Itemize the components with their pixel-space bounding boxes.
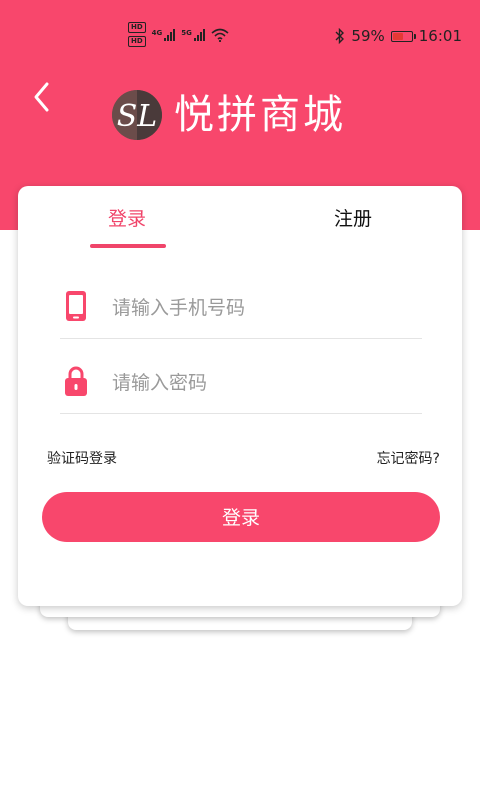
battery-fill bbox=[392, 32, 403, 40]
logo-mark: SL bbox=[112, 90, 162, 140]
app-title: 悦拼商城 bbox=[174, 92, 346, 138]
status-right: 59% 16:01 bbox=[335, 27, 462, 45]
tab-register[interactable]: 注册 bbox=[334, 204, 372, 231]
clock: 16:01 bbox=[418, 27, 462, 45]
phone-icon bbox=[66, 291, 86, 321]
battery-icon bbox=[390, 30, 416, 42]
phone-field bbox=[60, 276, 422, 339]
password-field bbox=[60, 351, 422, 414]
lock-icon bbox=[65, 366, 87, 396]
status-bar: HD HD 4G 5G 59% 16:01 bbox=[0, 0, 480, 70]
login-card: 登录 注册 验证码登录 忘记密码? 登录 bbox=[18, 186, 462, 606]
signal-bars-icon bbox=[193, 28, 205, 41]
hd-badge-1: HD bbox=[128, 22, 146, 33]
login-button[interactable]: 登录 bbox=[42, 492, 440, 542]
bluetooth-icon bbox=[335, 28, 345, 44]
status-left: HD HD 4G 5G bbox=[128, 22, 229, 47]
sms-login-link[interactable]: 验证码登录 bbox=[47, 448, 117, 468]
hd-badge-2: HD bbox=[128, 36, 146, 47]
tab-login[interactable]: 登录 bbox=[108, 204, 146, 231]
battery-percent: 59% bbox=[351, 27, 385, 45]
brand: SL 悦拼商城 bbox=[112, 90, 346, 140]
logo: SL bbox=[112, 90, 162, 140]
logo-text: SL bbox=[117, 99, 157, 134]
phone-input[interactable] bbox=[110, 292, 414, 324]
wifi-icon bbox=[211, 28, 229, 42]
signal-5g: 5G bbox=[181, 28, 205, 41]
signal-bars-icon bbox=[164, 28, 176, 41]
chevron-left-icon[interactable] bbox=[30, 80, 54, 114]
password-input[interactable] bbox=[110, 367, 414, 399]
forgot-password-link[interactable]: 忘记密码? bbox=[377, 448, 440, 468]
tab-active-indicator bbox=[90, 244, 166, 248]
signal-4g: 4G bbox=[152, 28, 176, 41]
